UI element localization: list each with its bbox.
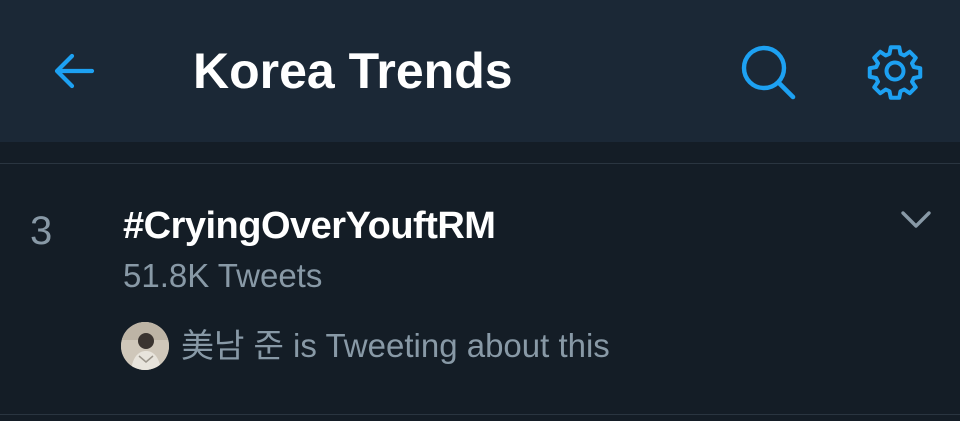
arrow-left-icon: [54, 53, 95, 89]
trend-menu-button[interactable]: [893, 200, 939, 240]
search-button[interactable]: [736, 40, 800, 104]
korea-trends-screen: Korea Trends 3 #CryingOverYouftRM 51.8K …: [0, 0, 960, 421]
tweeting-about-text: 美남 준 is Tweeting about this: [181, 327, 610, 364]
gear-icon: [867, 45, 923, 100]
settings-button[interactable]: [862, 38, 928, 104]
page-title: Korea Trends: [193, 43, 513, 99]
back-button[interactable]: [48, 45, 100, 97]
trend-rank: 3: [30, 209, 53, 253]
avatar: [121, 322, 169, 370]
user-avatar-icon: [121, 322, 169, 370]
trend-tweet-count: 51.8K Tweets: [123, 257, 323, 294]
trend-hashtag[interactable]: #CryingOverYouftRM: [123, 202, 496, 250]
row-divider: [0, 414, 960, 415]
section-divider: [0, 142, 960, 164]
tweeting-about-row[interactable]: 美남 준 is Tweeting about this: [121, 322, 610, 370]
chevron-down-icon: [901, 211, 931, 228]
top-app-bar: Korea Trends: [0, 0, 960, 142]
search-icon: [741, 45, 796, 100]
